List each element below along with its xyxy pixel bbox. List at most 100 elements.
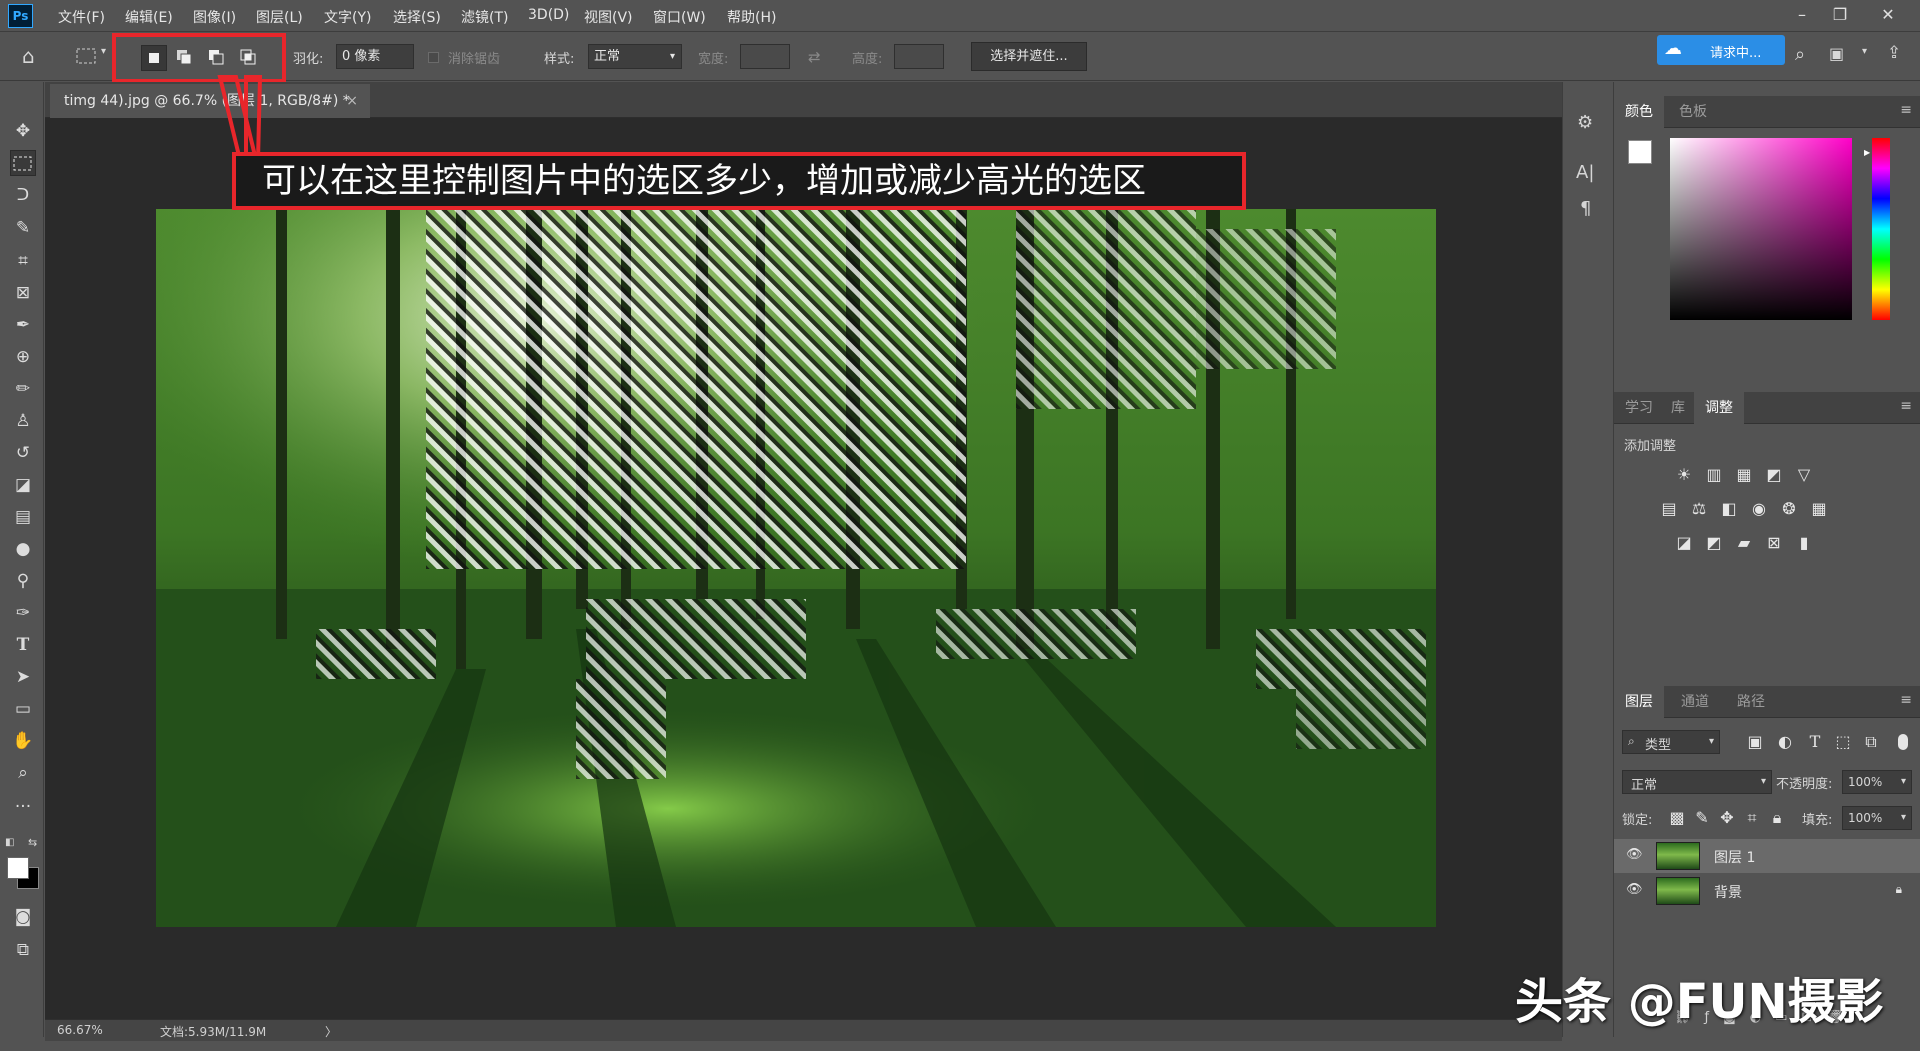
eyedropper-tool-icon[interactable]: ✒ xyxy=(10,312,36,338)
layer-row[interactable]: 👁︎ 背景 🔒︎ xyxy=(1614,874,1920,908)
blur-tool-icon[interactable]: ● xyxy=(10,536,36,562)
fill-input[interactable]: 100% ▾ xyxy=(1842,806,1912,830)
layer-name[interactable]: 背景 xyxy=(1714,882,1742,902)
tab-learn[interactable]: 学习 xyxy=(1614,392,1664,424)
menu-3d[interactable]: 3D(D) xyxy=(528,7,569,23)
zoom-level[interactable]: 66.67% xyxy=(57,1023,103,1037)
help-badge[interactable]: ☁ 请求中... xyxy=(1657,35,1785,65)
quick-mask-icon[interactable]: ◙ xyxy=(10,904,36,930)
opacity-input[interactable]: 100% ▾ xyxy=(1842,770,1912,794)
lasso-tool-icon[interactable]: ᑐ xyxy=(10,182,36,208)
photo-filter-icon[interactable]: ◉ xyxy=(1748,499,1770,519)
height-input[interactable] xyxy=(894,44,944,69)
eye-icon[interactable]: 👁︎ xyxy=(1626,847,1643,862)
healing-brush-icon[interactable]: ⊕ xyxy=(10,344,36,370)
paragraph-panel-icon[interactable]: ¶ xyxy=(1580,198,1591,219)
tab-layers[interactable]: 图层 xyxy=(1614,686,1664,718)
move-tool-icon[interactable]: ✥ xyxy=(10,118,36,144)
minimize-icon[interactable]: – xyxy=(1787,3,1817,27)
posterize-icon[interactable]: ◩ xyxy=(1703,533,1725,553)
vibrance-icon[interactable]: ▽ xyxy=(1793,465,1815,485)
search-icon[interactable]: ⌕ xyxy=(1795,44,1805,65)
color-field[interactable] xyxy=(1670,138,1852,320)
properties-icon[interactable]: ⚙ xyxy=(1577,112,1593,133)
adjustment-filter-icon[interactable]: ◐ xyxy=(1774,732,1796,752)
hand-tool-icon[interactable]: ✋ xyxy=(10,728,36,754)
close-icon[interactable]: ✕ xyxy=(1873,3,1903,27)
type-tool-icon[interactable]: T xyxy=(10,632,36,658)
tab-channels[interactable]: 通道 xyxy=(1670,686,1720,718)
color-lookup-icon[interactable]: ▦ xyxy=(1808,499,1830,519)
tab-paths[interactable]: 路径 xyxy=(1726,686,1776,718)
tab-libraries[interactable]: 库 xyxy=(1660,392,1696,424)
type-filter-icon[interactable]: T xyxy=(1804,732,1826,752)
lock-artboard-icon[interactable]: ⌗ xyxy=(1741,808,1763,828)
path-select-icon[interactable]: ➤ xyxy=(10,664,36,690)
chevron-down-icon[interactable]: ▾ xyxy=(101,46,106,57)
menu-window[interactable]: 窗口(W) xyxy=(653,7,706,27)
quick-select-tool-icon[interactable]: ✎ xyxy=(10,215,36,241)
character-panel-icon[interactable]: A| xyxy=(1576,162,1594,183)
close-icon[interactable]: × xyxy=(346,84,358,118)
style-select[interactable]: 正常 ▾ xyxy=(588,44,682,69)
chevron-down-icon[interactable]: ▾ xyxy=(1862,46,1867,57)
shape-filter-icon[interactable]: ⬚ xyxy=(1832,732,1854,752)
lock-transparency-icon[interactable]: ▩ xyxy=(1666,808,1688,828)
hue-saturation-icon[interactable]: ▤ xyxy=(1658,499,1680,519)
black-white-icon[interactable]: ◧ xyxy=(1718,499,1740,519)
menu-help[interactable]: 帮助(H) xyxy=(727,7,776,27)
swap-icon[interactable]: ⇄ xyxy=(808,48,821,66)
share-icon[interactable]: ⇪ xyxy=(1887,43,1901,63)
menu-filter[interactable]: 滤镜(T) xyxy=(461,7,508,27)
menu-edit[interactable]: 编辑(E) xyxy=(125,7,173,27)
layer-name[interactable]: 图层 1 xyxy=(1714,847,1755,867)
tab-color[interactable]: 颜色 xyxy=(1614,96,1664,128)
crop-tool-icon[interactable]: ⌗ xyxy=(10,248,36,274)
zoom-tool-icon[interactable]: ⌕ xyxy=(10,760,36,786)
history-brush-icon[interactable]: ↺ xyxy=(10,440,36,466)
threshold-icon[interactable]: ▰ xyxy=(1733,533,1755,553)
hue-slider[interactable] xyxy=(1872,138,1890,320)
swap-colors-icon[interactable]: ⇆ xyxy=(28,836,37,849)
workspace-icon[interactable]: ▣ xyxy=(1829,44,1844,63)
feather-input[interactable]: 0 像素 xyxy=(336,44,414,69)
lock-icon[interactable]: 🔒︎ xyxy=(1896,882,1902,897)
lock-pixels-icon[interactable]: ✎ xyxy=(1691,808,1713,828)
marquee-preset-icon[interactable] xyxy=(76,48,98,66)
menu-layer[interactable]: 图层(L) xyxy=(256,7,303,27)
frame-tool-icon[interactable]: ⊠ xyxy=(10,280,36,306)
brightness-icon[interactable]: ☀ xyxy=(1673,465,1695,485)
foreground-color-swatch[interactable] xyxy=(7,857,29,879)
exposure-icon[interactable]: ◩ xyxy=(1763,465,1785,485)
filter-toggle[interactable] xyxy=(1898,734,1908,750)
brush-tool-icon[interactable]: ✏ xyxy=(10,376,36,402)
menu-image[interactable]: 图像(I) xyxy=(193,7,236,27)
stamp-tool-icon[interactable]: ♙ xyxy=(10,408,36,434)
antialias-checkbox[interactable] xyxy=(428,52,439,63)
menu-type[interactable]: 文字(Y) xyxy=(324,7,371,27)
tab-swatches[interactable]: 色板 xyxy=(1668,96,1718,128)
lock-all-icon[interactable]: 🔒︎ xyxy=(1766,808,1788,828)
home-icon[interactable]: ⌂ xyxy=(22,44,35,68)
default-colors-icon[interactable]: ◧ xyxy=(5,837,14,848)
smart-object-filter-icon[interactable]: ⧉ xyxy=(1860,732,1882,752)
color-balance-icon[interactable]: ⚖ xyxy=(1688,499,1710,519)
marquee-tool-icon[interactable] xyxy=(10,150,36,176)
blend-mode-select[interactable]: 正常 ▾ xyxy=(1622,770,1772,794)
menu-view[interactable]: 视图(V) xyxy=(584,7,633,27)
channel-mixer-icon[interactable]: ❂ xyxy=(1778,499,1800,519)
curves-icon[interactable]: ▦ xyxy=(1733,465,1755,485)
panel-menu-icon[interactable]: ≡ xyxy=(1900,398,1912,414)
levels-icon[interactable]: ▥ xyxy=(1703,465,1725,485)
screen-mode-icon[interactable]: ⧉ xyxy=(10,937,36,963)
gradient-tool-icon[interactable]: ▤ xyxy=(10,504,36,530)
panel-menu-icon[interactable]: ≡ xyxy=(1900,102,1912,118)
foreground-color-swatch[interactable] xyxy=(1628,140,1652,164)
eraser-tool-icon[interactable]: ◪ xyxy=(10,472,36,498)
lock-position-icon[interactable]: ✥ xyxy=(1716,808,1738,828)
menu-file[interactable]: 文件(F) xyxy=(58,7,105,27)
tab-adjustments[interactable]: 调整 xyxy=(1694,392,1744,424)
menu-select[interactable]: 选择(S) xyxy=(393,7,441,27)
more-tools-icon[interactable]: ··· xyxy=(10,794,36,820)
select-and-mask-button[interactable]: 选择并遮住... xyxy=(971,42,1087,71)
